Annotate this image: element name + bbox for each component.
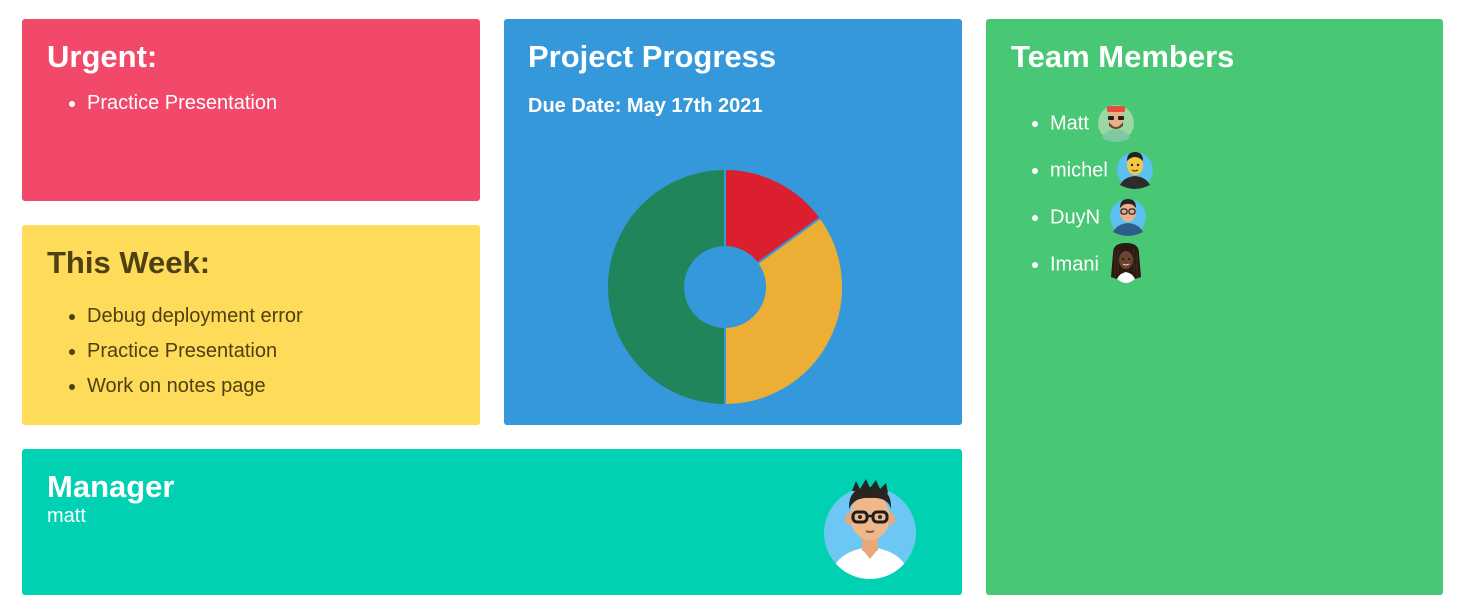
team-member-item: michel bbox=[1050, 151, 1418, 198]
team-member-item: Matt bbox=[1050, 104, 1418, 151]
due-date: Due Date: May 17th 2021 bbox=[528, 95, 763, 117]
list-item: Work on notes page bbox=[87, 369, 455, 404]
member-avatar-matt-icon bbox=[1098, 105, 1135, 142]
manager-name: matt bbox=[47, 505, 86, 527]
member-avatar-imani-icon bbox=[1111, 243, 1142, 283]
manager-title: Manager bbox=[47, 469, 175, 504]
this-week-title: This Week: bbox=[47, 245, 211, 280]
team-member-name: DuyN bbox=[1050, 206, 1101, 229]
this-week-list: Debug deployment error Practice Presenta… bbox=[47, 299, 455, 404]
list-item: Debug deployment error bbox=[87, 299, 455, 334]
team-members-card: Team Members Matt michel bbox=[986, 19, 1443, 595]
donut-slice-2 bbox=[606, 167, 726, 407]
urgent-card: Urgent: Practice Presentation bbox=[22, 19, 480, 201]
progress-donut-chart bbox=[606, 167, 844, 407]
team-title: Team Members bbox=[1011, 39, 1235, 74]
team-member-item: Imani bbox=[1050, 243, 1418, 292]
this-week-card: This Week: Debug deployment error Practi… bbox=[22, 225, 480, 425]
team-member-name: Matt bbox=[1050, 112, 1089, 135]
member-avatar-duyn-icon bbox=[1109, 199, 1146, 236]
manager-avatar-icon bbox=[824, 479, 916, 579]
member-avatar-michel-icon bbox=[1117, 152, 1154, 189]
list-item: Practice Presentation bbox=[87, 86, 455, 121]
list-item: Practice Presentation bbox=[87, 334, 455, 369]
team-list: Matt michel Du bbox=[1011, 104, 1418, 292]
manager-card: Manager matt bbox=[22, 449, 962, 595]
project-title: Project Progress bbox=[528, 39, 777, 74]
urgent-title: Urgent: bbox=[47, 39, 158, 74]
team-member-name: Imani bbox=[1050, 253, 1099, 276]
project-progress-card: Project Progress Due Date: May 17th 2021 bbox=[504, 19, 962, 425]
urgent-list: Practice Presentation bbox=[47, 86, 455, 121]
team-member-name: michel bbox=[1050, 159, 1108, 182]
team-member-item: DuyN bbox=[1050, 198, 1418, 245]
